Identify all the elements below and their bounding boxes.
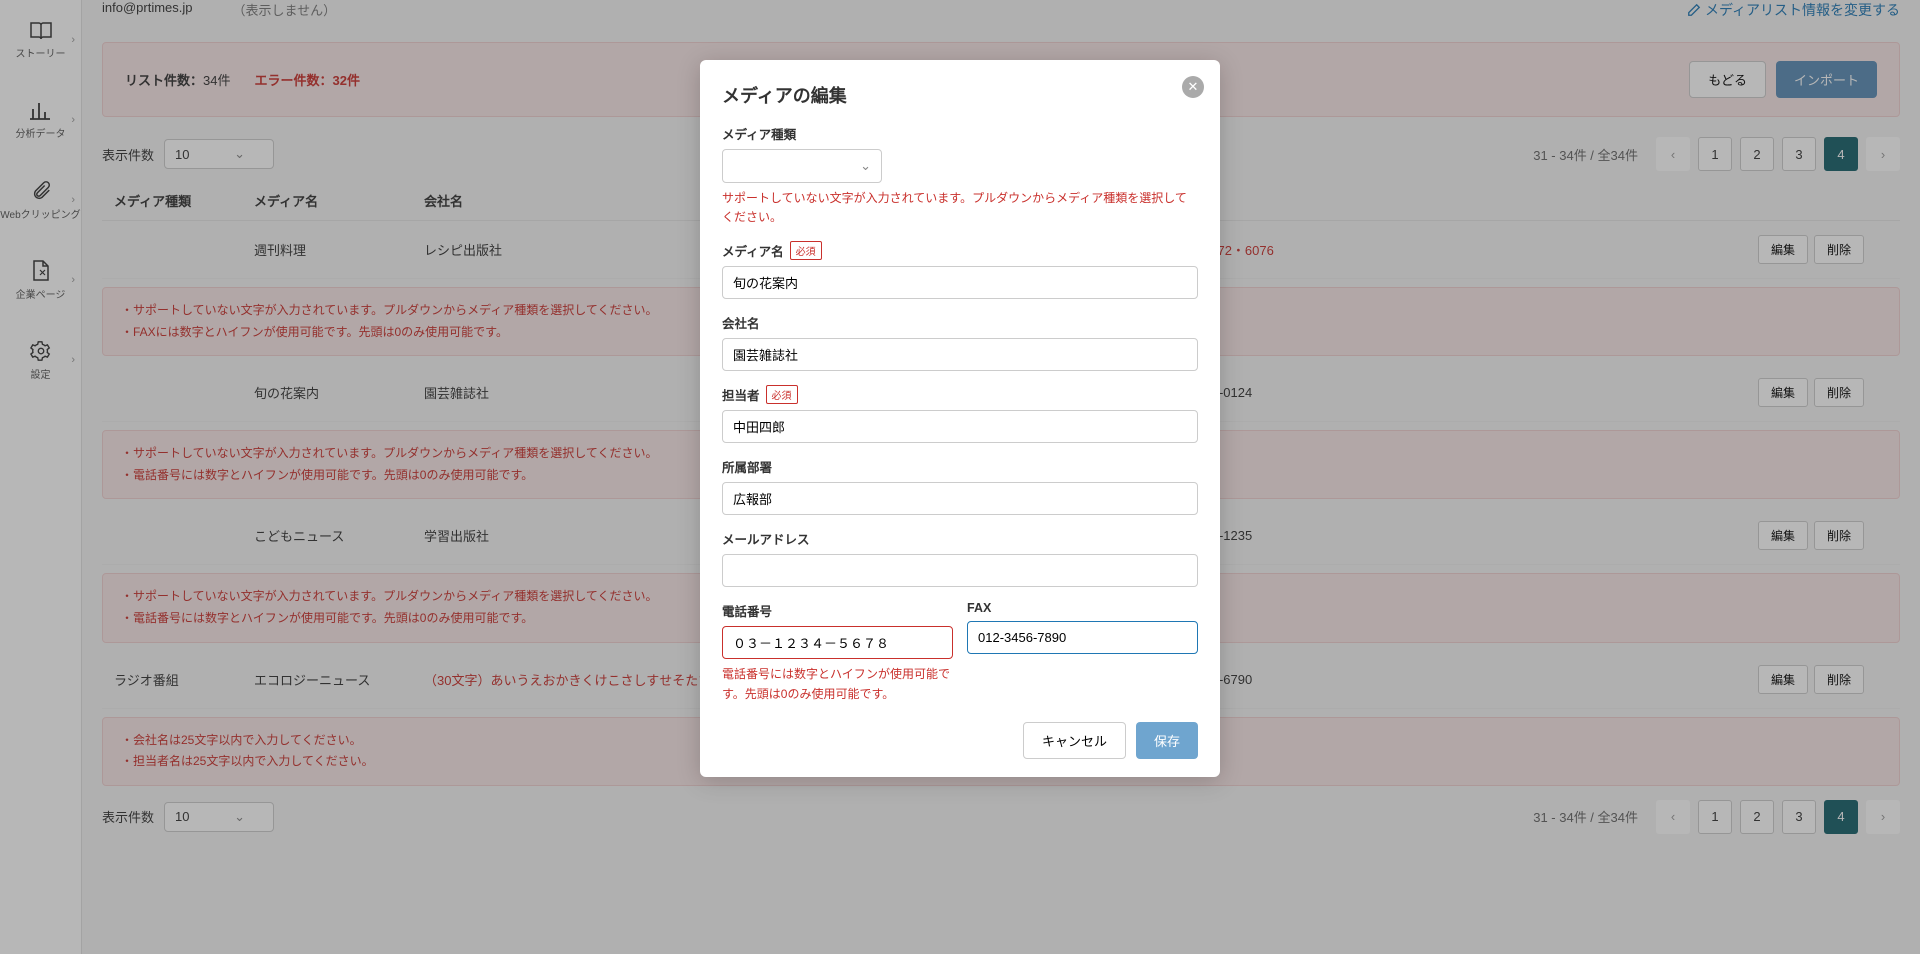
error-phone: 電話番号には数字とハイフンが使用可能です。先頭は0のみ使用可能です。	[722, 665, 953, 703]
modal-overlay: ✕ メディアの編集 メディア種類 ⌄ サポートしていない文字が入力されています。…	[0, 0, 1920, 954]
fax-input[interactable]	[967, 621, 1198, 654]
modal-title: メディアの編集	[722, 82, 1198, 108]
email-input[interactable]	[722, 554, 1198, 587]
field-person: 担当者 必須	[722, 385, 1198, 443]
label-dept: 所属部署	[722, 457, 1198, 476]
label-company: 会社名	[722, 313, 1198, 332]
label-person: 担当者	[722, 385, 760, 404]
chevron-down-icon: ⌄	[860, 158, 871, 174]
dept-input[interactable]	[722, 482, 1198, 515]
required-badge: 必須	[790, 241, 822, 260]
label-media-type: メディア種類	[722, 124, 1198, 143]
field-phone: 電話番号 電話番号には数字とハイフンが使用可能です。先頭は0のみ使用可能です。	[722, 601, 953, 703]
required-badge: 必須	[766, 385, 798, 404]
phone-input[interactable]	[722, 626, 953, 659]
company-input[interactable]	[722, 338, 1198, 371]
edit-media-modal: ✕ メディアの編集 メディア種類 ⌄ サポートしていない文字が入力されています。…	[700, 60, 1220, 777]
field-email: メールアドレス	[722, 529, 1198, 587]
save-button[interactable]: 保存	[1136, 722, 1198, 759]
media-name-input[interactable]	[722, 266, 1198, 299]
modal-actions: キャンセル 保存	[722, 722, 1198, 759]
modal-close-button[interactable]: ✕	[1182, 76, 1204, 98]
field-media-name: メディア名 必須	[722, 241, 1198, 299]
field-media-type: メディア種類 ⌄ サポートしていない文字が入力されています。プルダウンからメディ…	[722, 124, 1198, 227]
field-dept: 所属部署	[722, 457, 1198, 515]
label-email: メールアドレス	[722, 529, 1198, 548]
close-icon: ✕	[1188, 79, 1199, 95]
label-media-name: メディア名	[722, 241, 784, 260]
media-type-select[interactable]: ⌄	[722, 149, 882, 183]
field-company: 会社名	[722, 313, 1198, 371]
error-media-type: サポートしていない文字が入力されています。プルダウンからメディア種類を選択してく…	[722, 189, 1198, 227]
label-phone: 電話番号	[722, 601, 953, 620]
cancel-button[interactable]: キャンセル	[1023, 722, 1126, 759]
label-fax: FAX	[967, 601, 1198, 615]
person-input[interactable]	[722, 410, 1198, 443]
field-fax: FAX	[967, 601, 1198, 703]
